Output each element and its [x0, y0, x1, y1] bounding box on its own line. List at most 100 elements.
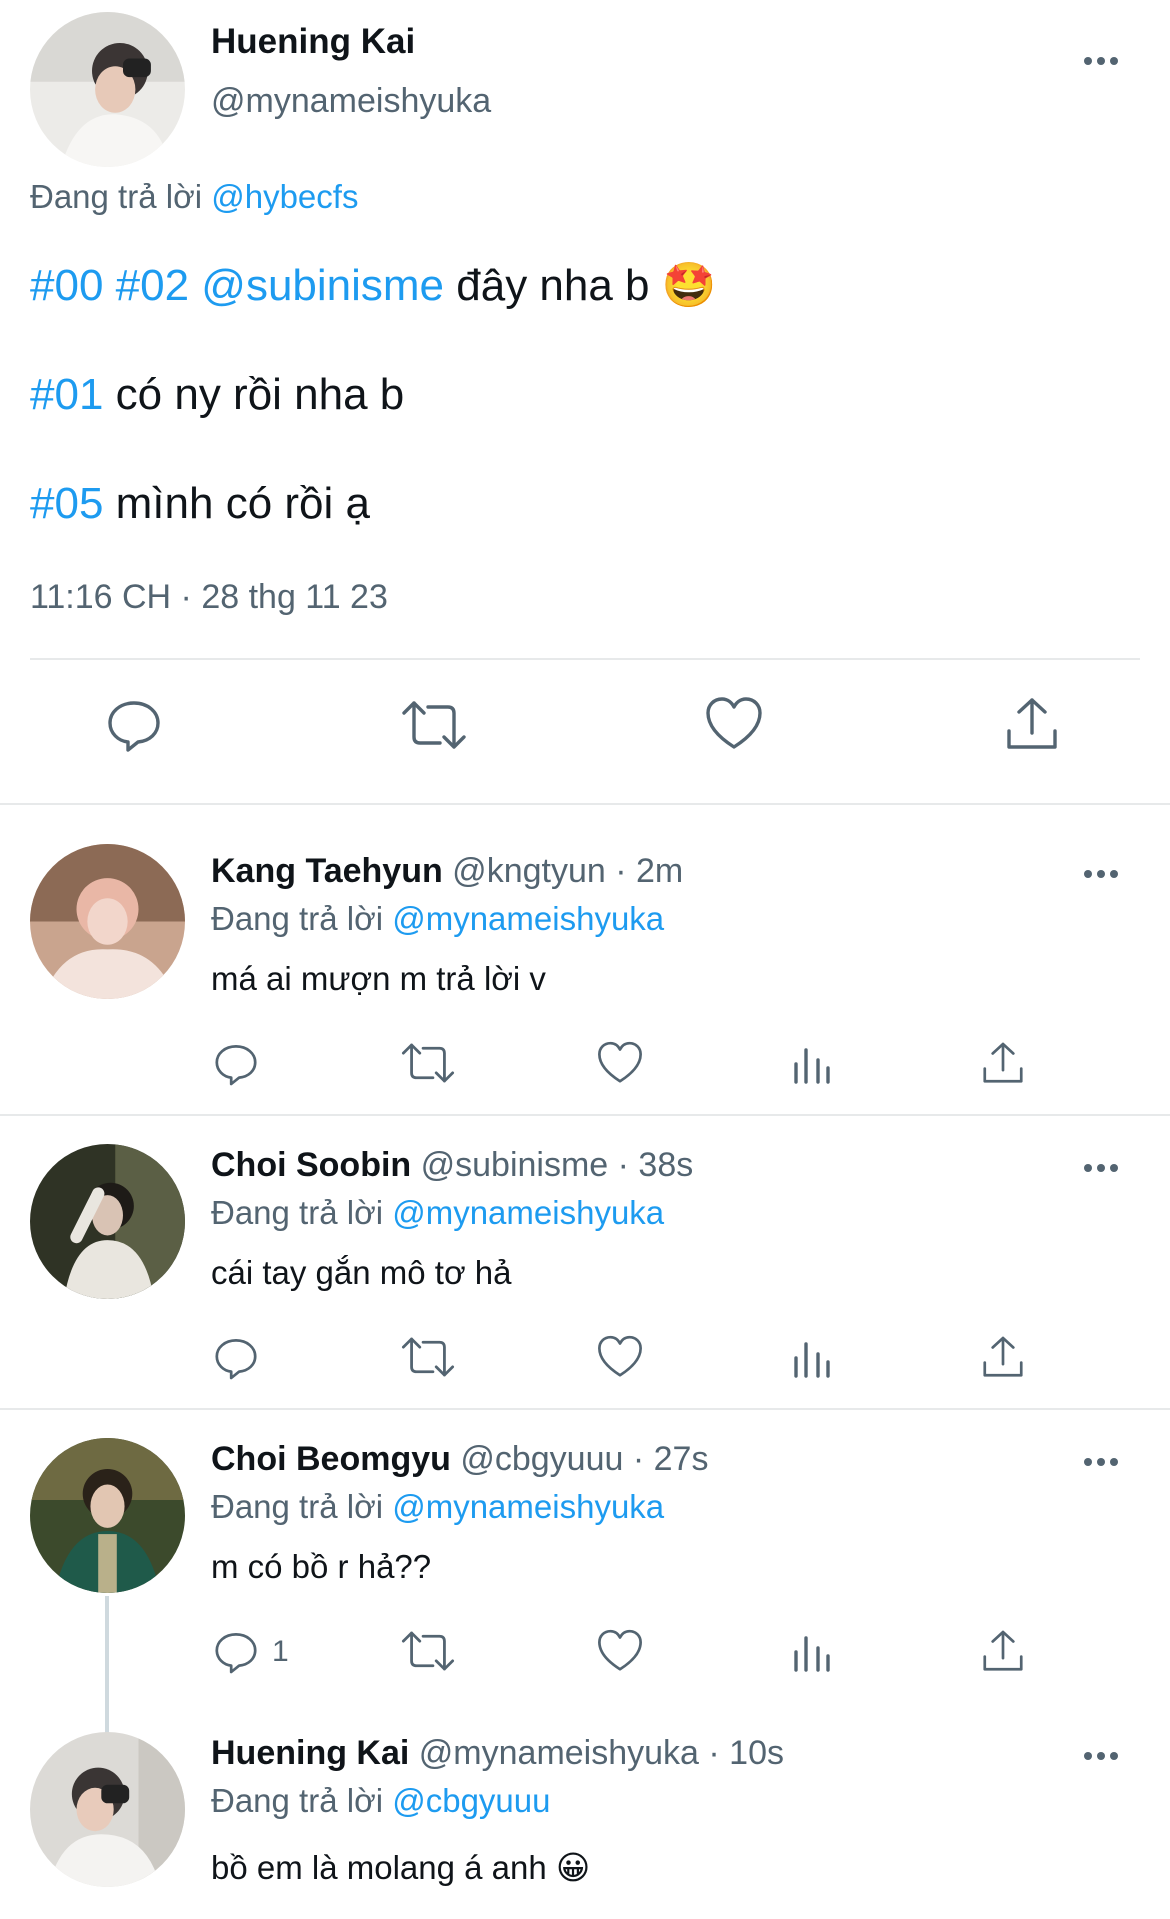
reply-text: má ai mượn m trả lời v: [211, 960, 546, 997]
avatar-photo: [30, 12, 185, 167]
replying-to-link[interactable]: @cbgyuuu: [392, 1782, 550, 1819]
reply-icon: [108, 701, 160, 752]
divider: [0, 1114, 1170, 1116]
more-options-button[interactable]: [1084, 862, 1132, 886]
replying-to-link[interactable]: @hybecfs: [211, 178, 358, 215]
author-name[interactable]: Choi Soobin: [211, 1146, 411, 1184]
retweet-button[interactable]: [400, 1334, 456, 1380]
like-button[interactable]: [596, 1334, 644, 1380]
more-options-button[interactable]: [1084, 1156, 1132, 1180]
tweet-timestamp[interactable]: 11:16 CH · 28 thg 11 23: [30, 578, 388, 617]
replying-to-link[interactable]: @mynameishyuka: [392, 1194, 664, 1231]
author-name[interactable]: Kang Taehyun: [211, 852, 443, 890]
tweet-text: đây nha b: [444, 261, 662, 310]
avatar-photo: [30, 1732, 185, 1887]
like-icon: [706, 697, 762, 749]
author-meta[interactable]: @kngtyun · 2m: [443, 852, 683, 890]
replying-to-link[interactable]: @mynameishyuka: [392, 900, 664, 937]
share-button[interactable]: [1003, 695, 1061, 753]
tweet-line: #01 có ny rồi nha b: [30, 367, 717, 423]
avatar-photo: [30, 844, 185, 999]
author-meta[interactable]: @cbgyuuu · 27s: [451, 1440, 708, 1478]
more-icon: [1084, 57, 1092, 65]
avatar[interactable]: [30, 1732, 185, 1887]
more-options-button[interactable]: [1084, 1450, 1132, 1474]
replying-prefix: Đang trả lời: [211, 900, 384, 937]
reply-text: cái tay gắn mô tơ hả: [211, 1254, 512, 1291]
reply-header: Choi Beomgyu @cbgyuuu · 27s: [211, 1440, 708, 1479]
author-name[interactable]: Huening Kai: [211, 22, 415, 62]
analytics-icon: [794, 1048, 830, 1084]
more-options-button[interactable]: [1084, 1744, 1132, 1768]
retweet-button[interactable]: [400, 1040, 456, 1086]
views-button[interactable]: [790, 1336, 834, 1380]
avatar[interactable]: [30, 12, 185, 167]
more-icon: [1084, 1164, 1092, 1172]
avatar[interactable]: [30, 1438, 185, 1593]
reply-button[interactable]: [212, 1040, 272, 1088]
replying-prefix: Đang trả lời: [211, 1488, 384, 1525]
like-button[interactable]: [704, 695, 764, 753]
more-options-button[interactable]: [1084, 49, 1132, 73]
replying-to: Đang trả lời @mynameishyuka: [211, 1194, 664, 1232]
replying-prefix: Đang trả lời: [211, 1194, 384, 1231]
share-icon: [983, 1630, 1023, 1671]
reply-text: bồ em là molang á anh 😀: [211, 1848, 590, 1887]
like-button[interactable]: [596, 1040, 644, 1086]
star-struck-emoji: 🤩: [661, 261, 717, 310]
reply-button[interactable]: [212, 1334, 272, 1382]
share-button[interactable]: [980, 1628, 1026, 1674]
tweet-actions: [0, 695, 1170, 765]
avatar[interactable]: [30, 1144, 185, 1299]
author-meta[interactable]: @subinisme · 38s: [411, 1146, 694, 1184]
author-meta[interactable]: @mynameishyuka · 10s: [409, 1734, 784, 1772]
like-button[interactable]: [596, 1628, 644, 1674]
like-icon: [598, 1629, 642, 1671]
replying-to: Đang trả lời @hybecfs: [30, 178, 358, 216]
tweet-body: #00 #02 @subinisme đây nha b 🤩 #01 có ny…: [30, 258, 717, 585]
retweet-button[interactable]: [400, 697, 468, 753]
reply-icon: [215, 1045, 257, 1086]
views-button[interactable]: [790, 1042, 834, 1086]
reply-button[interactable]: 1: [212, 1628, 289, 1676]
hashtags[interactable]: #01: [30, 370, 103, 419]
analytics-icon: [794, 1342, 830, 1378]
author-name[interactable]: Choi Beomgyu: [211, 1440, 451, 1478]
avatar[interactable]: [30, 844, 185, 999]
reply-text: m có bồ r hả??: [211, 1548, 432, 1585]
analytics-icon: [794, 1636, 830, 1672]
share-button[interactable]: [980, 1040, 1026, 1086]
share-icon: [983, 1042, 1023, 1083]
reply-button[interactable]: [104, 695, 164, 755]
retweet-icon: [401, 1043, 455, 1083]
replying-to-link[interactable]: @mynameishyuka: [392, 1488, 664, 1525]
retweet-icon: [402, 701, 466, 749]
more-icon: [1084, 1458, 1092, 1466]
replying-to: Đang trả lời @cbgyuuu: [211, 1782, 550, 1820]
tweet-text: mình có rồi ạ: [103, 479, 370, 528]
divider: [0, 1408, 1170, 1410]
author-handle[interactable]: @mynameishyuka: [211, 82, 491, 121]
avatar-photo: [30, 1438, 185, 1593]
author-name[interactable]: Huening Kai: [211, 1734, 409, 1772]
reply-count: 1: [272, 1635, 289, 1668]
like-icon: [598, 1335, 642, 1377]
views-button[interactable]: [790, 1630, 834, 1674]
tweet-line: #05 mình có rồi ạ: [30, 476, 717, 532]
hashtags[interactable]: #05: [30, 479, 103, 528]
hashtags[interactable]: #00 #02 @subinisme: [30, 261, 444, 310]
replying-prefix: Đang trả lời: [211, 1782, 384, 1819]
retweet-icon: [401, 1631, 455, 1671]
avatar-photo: [30, 1144, 185, 1299]
divider: [30, 658, 1140, 660]
more-icon: [1084, 870, 1092, 878]
reply-header: Kang Taehyun @kngtyun · 2m: [211, 852, 683, 891]
thread-line: [105, 1596, 109, 1736]
retweet-button[interactable]: [400, 1628, 456, 1674]
share-button[interactable]: [980, 1334, 1026, 1380]
replying-prefix: Đang trả lời: [30, 178, 203, 215]
replying-to: Đang trả lời @mynameishyuka: [211, 900, 664, 938]
reply-icon: [215, 1633, 257, 1674]
replying-to: Đang trả lời @mynameishyuka: [211, 1488, 664, 1526]
more-icon: [1084, 1752, 1092, 1760]
